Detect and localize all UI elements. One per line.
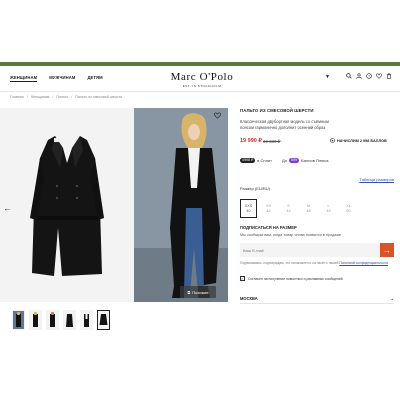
gallery-prev-icon[interactable]: ←: [3, 203, 12, 213]
consent-text: Согласен на получение новостных и реклам…: [248, 276, 343, 281]
size-option[interactable]: XS 42: [260, 199, 277, 218]
nav-kids[interactable]: ДЕТЯМ: [87, 75, 102, 82]
thumbnail-selected[interactable]: [97, 310, 110, 330]
breadcrumb-current: Пальто из смесовой шерсти: [75, 95, 123, 99]
plus-prefix: До: [281, 157, 287, 163]
site-header: ЖЕНЩИНАМ МУЖЧИНАМ ДЕТЯМ Marc O'Polo EST.…: [0, 66, 400, 92]
size-options: XXS 40 XS 42 S 44 M 46 L 48 XL 50: [240, 199, 394, 218]
wishlist-heart-icon[interactable]: [214, 112, 221, 121]
arrow-right-icon: →: [383, 245, 391, 255]
thumbnail[interactable]: [63, 310, 76, 330]
similar-icon: ⧉: [187, 289, 191, 295]
plus-amount[interactable]: 599: [288, 157, 299, 163]
plus-text: Баллов Плюса: [300, 157, 329, 163]
email-input[interactable]: [240, 243, 380, 257]
store-city: МОСКВА: [240, 296, 258, 301]
product-info: ПАЛЬТО ИЗ СМЕСОВОЙ ШЕРСТИ Классическая д…: [240, 108, 394, 281]
size-option[interactable]: L 48: [320, 199, 337, 218]
header-icons: ▼ ?: [325, 73, 392, 81]
split-text: в Сплит: [257, 157, 272, 163]
breadcrumb-coats[interactable]: Пальто: [56, 95, 68, 99]
thumbnail[interactable]: [29, 310, 42, 330]
svg-text:?: ?: [368, 74, 370, 78]
cart-icon[interactable]: [386, 73, 392, 81]
thumbnail[interactable]: [12, 310, 25, 330]
subscribe-title: ПОДПИСАТЬСЯ НА РАЗМЕР: [240, 225, 297, 230]
nav-women[interactable]: ЖЕНЩИНАМ: [10, 75, 38, 82]
product-image-model[interactable]: [134, 108, 228, 302]
search-icon[interactable]: [346, 73, 352, 81]
size-option[interactable]: S 44: [280, 199, 297, 218]
current-price: 19 990 ₽: [240, 138, 262, 144]
email-form: →: [240, 243, 394, 257]
bonus-points: НАЧИСЛИМ 2 998 БАЛЛОВ: [330, 138, 387, 144]
size-subscription: ПОДПИСАТЬСЯ НА РАЗМЕР Мы сообщим вам, ко…: [240, 225, 394, 281]
chevron-down-icon[interactable]: ▼: [325, 74, 330, 80]
privacy-policy-link[interactable]: Политикой конфиденциальности: [339, 261, 388, 265]
similar-label: Похожие: [192, 289, 209, 295]
size-option[interactable]: XXS 40: [240, 199, 257, 218]
payment-options: 4998 ₽ в Сплит До 599 Баллов Плюса: [240, 156, 394, 164]
thumbnail[interactable]: [46, 310, 59, 330]
breadcrumb-women[interactable]: Женщинам: [31, 95, 50, 99]
chevron-down-icon: ⌄: [390, 296, 394, 301]
size-selector: Размер (EU/RU) Таблица размеров XXS 40 X…: [240, 177, 394, 218]
privacy-note: Подписываясь, подтверждаю, что ознакомле…: [240, 261, 389, 265]
subscribe-submit-button[interactable]: →: [380, 243, 394, 257]
size-label: Размер (EU/RU): [240, 186, 270, 191]
consent-checkbox[interactable]: ✓: [240, 276, 245, 281]
logo-subtitle: EST. IN STOCKHOLM: [182, 84, 222, 88]
marketing-consent: ✓ Согласен на получение новостных и рекл…: [240, 276, 394, 281]
user-icon[interactable]: [356, 73, 362, 81]
store-availability[interactable]: МОСКВА ⌄: [240, 296, 394, 304]
logo-name: Marc O'Polo: [170, 71, 234, 83]
brand-logo[interactable]: Marc O'Polo EST. IN STOCKHOLM: [150, 71, 254, 88]
breadcrumb-home[interactable]: Главная: [10, 95, 24, 99]
size-option[interactable]: M 46: [300, 199, 317, 218]
old-price: 39 980 ₽: [263, 139, 281, 144]
size-option[interactable]: XL 50: [340, 199, 357, 218]
breadcrumb: Главная / Женщинам / Пальто / Пальто из …: [10, 95, 123, 99]
nav-men[interactable]: МУЖЧИНАМ: [49, 75, 75, 82]
thumbnail[interactable]: [80, 310, 93, 330]
product-gallery: ← ⧉ Похожие: [0, 108, 228, 302]
subscribe-description: Мы сообщим вам, когда товар снова появит…: [240, 233, 342, 237]
product-image-coat[interactable]: [0, 108, 134, 302]
thumbnail-strip: [12, 310, 110, 330]
help-icon[interactable]: ?: [366, 73, 372, 81]
heart-icon[interactable]: [376, 73, 382, 81]
split-amount[interactable]: 4998 ₽: [240, 157, 256, 163]
product-title: ПАЛЬТО ИЗ СМЕСОВОЙ ШЕРСТИ: [240, 108, 314, 113]
bonus-icon: [330, 138, 335, 144]
size-table-link[interactable]: Таблица размеров: [359, 177, 394, 182]
product-description: Классическая двубортная модель со съёмны…: [240, 119, 329, 130]
bonus-text: НАЧИСЛИМ 2 998 БАЛЛОВ: [337, 139, 387, 143]
main-nav: ЖЕНЩИНАМ МУЖЧИНАМ ДЕТЯМ: [10, 75, 103, 82]
price-row: 19 990 ₽ 39 980 ₽ НАЧИСЛИМ 2 998 БАЛЛОВ: [240, 138, 394, 146]
similar-button[interactable]: ⧉ Похожие: [180, 286, 216, 298]
